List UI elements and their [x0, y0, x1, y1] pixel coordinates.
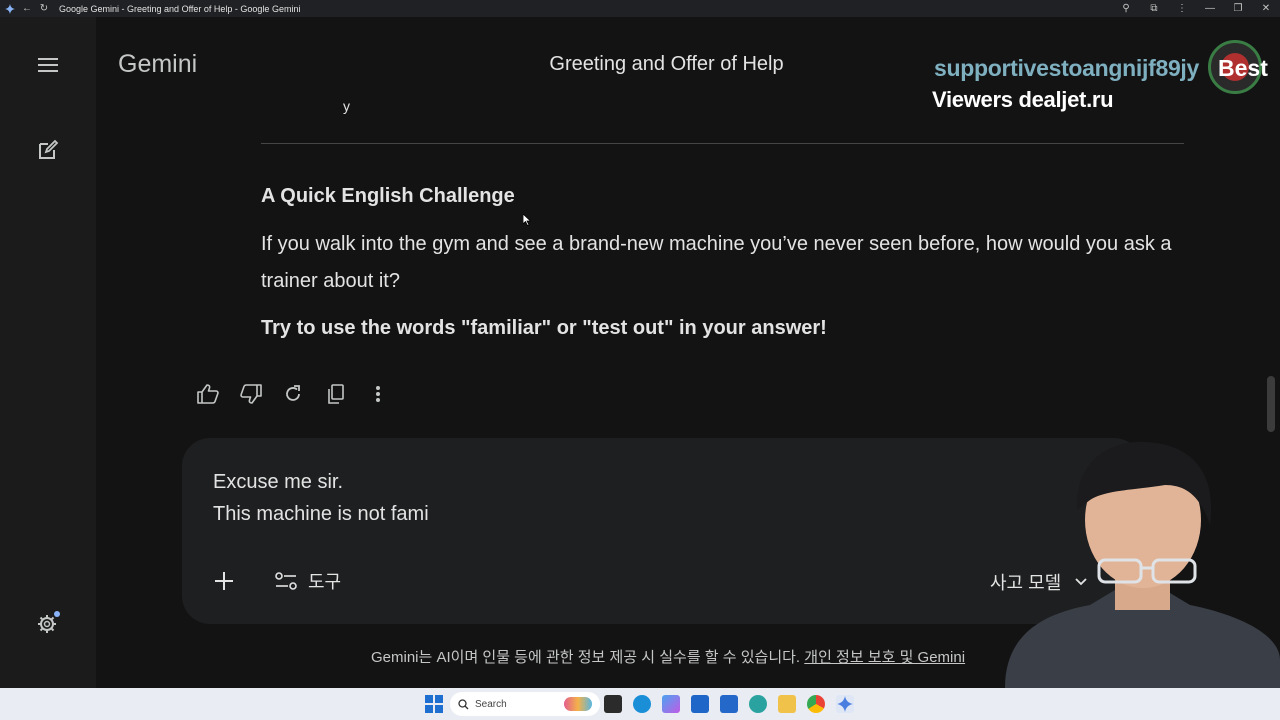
- main-menu-button[interactable]: [34, 51, 62, 79]
- titlebar-controls: ⚲ ⧉ ⋮ — ❐ ✕: [1112, 0, 1280, 17]
- prompt-line-2: This machine is not fami: [213, 503, 429, 525]
- search-icon: [458, 698, 469, 709]
- os-taskbar: Search: [0, 688, 1280, 720]
- menu-kebab-icon[interactable]: ⋮: [1168, 3, 1196, 14]
- mouse-cursor-icon: [523, 214, 531, 226]
- task-view-icon[interactable]: [604, 695, 622, 713]
- tools-button[interactable]: 도구: [274, 568, 341, 594]
- privacy-link[interactable]: 개인 정보 보호 및 Gemini: [804, 649, 965, 666]
- window-title: Google Gemini - Greeting and Offer of He…: [59, 3, 301, 14]
- network-app-icon[interactable]: [749, 695, 767, 713]
- section-heading: A Quick English Challenge: [261, 185, 515, 207]
- disclaimer: Gemini는 AI이며 인물 등에 관한 정보 제공 시 실수를 할 수 있습…: [371, 646, 965, 667]
- notification-dot-icon: [54, 611, 60, 617]
- chrome-icon[interactable]: [807, 695, 825, 713]
- search-highlight-icon: [564, 697, 592, 711]
- edit-icon: [39, 139, 59, 159]
- taskbar-search[interactable]: Search: [450, 692, 600, 716]
- add-attachment-button[interactable]: [210, 567, 238, 595]
- thumbs-down-button[interactable]: [239, 382, 263, 406]
- divider: [261, 143, 1184, 144]
- thumbs-down-icon: [239, 384, 262, 404]
- minimize-icon[interactable]: —: [1196, 3, 1224, 14]
- scrollbar-thumb[interactable]: [1267, 376, 1275, 432]
- overlay-best-label: Best: [1218, 55, 1268, 81]
- new-chat-button[interactable]: [34, 136, 62, 164]
- copy-button[interactable]: [324, 382, 348, 406]
- plus-icon: [215, 572, 233, 590]
- copilot-icon[interactable]: [662, 695, 680, 713]
- overlay-username: supportivestoangnijf89jy: [934, 55, 1200, 81]
- copy-icon: [327, 384, 344, 404]
- edge-browser-icon[interactable]: [633, 695, 651, 713]
- prompt-line-1: Excuse me sir.: [213, 471, 344, 493]
- more-vertical-icon: [376, 386, 380, 402]
- restore-icon[interactable]: ❐: [1224, 3, 1252, 14]
- notepad-icon[interactable]: [720, 695, 738, 713]
- more-options-button[interactable]: [366, 382, 390, 406]
- browser-titlebar: ← ↻ Google Gemini - Greeting and Offer o…: [0, 0, 1280, 17]
- gemini-app-icon[interactable]: [836, 695, 854, 713]
- thumbs-up-icon: [197, 384, 219, 404]
- zoom-icon[interactable]: ⚲: [1112, 3, 1140, 14]
- gear-icon: [38, 611, 60, 633]
- search-label: Search: [475, 698, 507, 710]
- overlay-viewers-line: Viewers dealjet.ru: [932, 87, 1114, 112]
- settings-button[interactable]: [34, 609, 62, 637]
- truncated-text: y: [343, 98, 350, 114]
- file-explorer-icon[interactable]: [778, 695, 796, 713]
- close-icon[interactable]: ✕: [1252, 3, 1280, 14]
- hamburger-icon: [38, 58, 58, 72]
- response-paragraph: If you walk into the gym and see a brand…: [261, 233, 1172, 292]
- refresh-icon: [286, 385, 300, 401]
- tools-icon: [275, 572, 297, 590]
- extensions-icon[interactable]: ⧉: [1140, 3, 1168, 14]
- reload-icon[interactable]: ↻: [37, 2, 51, 16]
- tools-label: 도구: [308, 572, 342, 592]
- response-bold-line: Try to use the words "familiar" or "test…: [261, 317, 827, 339]
- response-actions: [196, 382, 409, 406]
- sidebar-rail: [0, 17, 96, 688]
- disclaimer-text: Gemini는 AI이며 인물 등에 관한 정보 제공 시 실수를 할 수 있습…: [371, 649, 801, 666]
- conversation-title: Greeting and Offer of Help: [549, 53, 784, 75]
- back-arrow-icon[interactable]: ←: [20, 2, 34, 16]
- regenerate-button[interactable]: [281, 382, 305, 406]
- gemini-logo[interactable]: Gemini: [118, 50, 197, 79]
- webcam-person: [1005, 441, 1280, 688]
- windows-start-icon[interactable]: [425, 695, 443, 713]
- prompt-input[interactable]: Excuse me sir. This machine is not fami: [213, 466, 429, 530]
- gemini-favicon-icon: [3, 2, 17, 16]
- thumbs-up-button[interactable]: [196, 382, 220, 406]
- store-icon[interactable]: [691, 695, 709, 713]
